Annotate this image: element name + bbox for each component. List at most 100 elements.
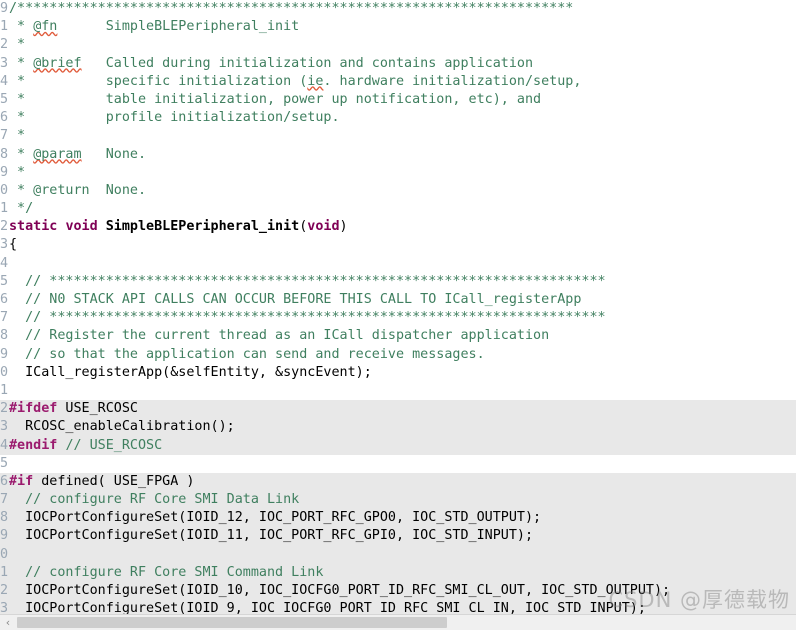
code-text: #ifdef USE_RCOSC bbox=[9, 401, 138, 417]
code-line[interactable]: 4 #endif // USE_RCOSC bbox=[0, 436, 796, 455]
code-line[interactable]: 5 bbox=[0, 455, 796, 473]
code-line[interactable]: 0 bbox=[0, 545, 796, 564]
code-text: * @return None. bbox=[9, 182, 147, 198]
code-text: * profile initialization/setup. bbox=[9, 110, 340, 126]
code-line[interactable]: 9 IOCPortConfigureSet(IOID_11, IOC_PORT_… bbox=[0, 527, 796, 546]
code-line[interactable]: 1 * @fn SimpleBLEPeripheral_init bbox=[0, 18, 796, 36]
code-line[interactable]: 9/**************************************… bbox=[0, 0, 796, 18]
code-line[interactable]: 9 * bbox=[0, 164, 796, 182]
line-number: 1 bbox=[0, 382, 8, 398]
code-text: // Register the current thread as an ICa… bbox=[9, 328, 550, 344]
code-line[interactable]: 1 */ bbox=[0, 200, 796, 218]
code-line[interactable]: 1 // configure RF Core SMI Command Link bbox=[0, 563, 796, 582]
code-line[interactable]: 2 * bbox=[0, 36, 796, 54]
line-number: 4 bbox=[0, 437, 8, 453]
line-number: 2 bbox=[0, 401, 8, 417]
code-line[interactable]: 2 #ifdef USE_RCOSC bbox=[0, 400, 796, 419]
code-text: // configure RF Core SMI Command Link bbox=[9, 564, 324, 580]
line-number: 2 bbox=[0, 219, 8, 235]
line-number: 4 bbox=[0, 73, 8, 89]
line-number: 3 bbox=[0, 419, 8, 435]
code-line[interactable]: 4 bbox=[0, 255, 796, 273]
horizontal-scrollbar[interactable]: ‹ bbox=[0, 614, 796, 630]
line-number: 9 bbox=[0, 1, 8, 16]
code-line[interactable]: 7 // ***********************************… bbox=[0, 309, 796, 327]
code-text: IOCPortConfigureSet(IOID_12, IOC_PORT_RF… bbox=[9, 510, 542, 526]
code-text: // so that the application can send and … bbox=[9, 346, 485, 362]
code-line[interactable]: 0 ICall_registerApp(&selfEntity, &syncEv… bbox=[0, 364, 796, 382]
line-number: 6 bbox=[0, 292, 8, 307]
code-text: { bbox=[9, 237, 18, 253]
code-text: */ bbox=[9, 201, 34, 217]
line-number: 3 bbox=[0, 237, 8, 253]
line-number: 7 bbox=[0, 128, 8, 144]
code-line[interactable]: 5 // ***********************************… bbox=[0, 273, 796, 291]
code-line[interactable]: 6 * profile initialization/setup. bbox=[0, 109, 796, 127]
code-line[interactable]: 8 * @param None. bbox=[0, 146, 796, 164]
line-number: 6 bbox=[0, 473, 8, 489]
line-number: 9 bbox=[0, 164, 8, 180]
code-text: * table initialization, power up notific… bbox=[9, 91, 542, 107]
code-text: * @brief Called during initialization an… bbox=[9, 55, 534, 71]
line-number: 6 bbox=[0, 110, 8, 126]
line-number: 2 bbox=[0, 583, 8, 598]
code-text: // *************************************… bbox=[9, 273, 606, 289]
code-text: * bbox=[9, 37, 26, 53]
line-number: 8 bbox=[0, 510, 8, 526]
code-text: IOCPortConfigureSet(IOID_11, IOC_PORT_RF… bbox=[9, 528, 534, 544]
code-line[interactable]: 7 * bbox=[0, 127, 796, 145]
code-line[interactable]: 8 IOCPortConfigureSet(IOID_12, IOC_PORT_… bbox=[0, 509, 796, 528]
code-line[interactable]: 0 * @return None. bbox=[0, 182, 796, 200]
line-number: 1 bbox=[0, 564, 8, 580]
line-number: 7 bbox=[0, 492, 8, 508]
scroll-left-arrow[interactable]: ‹ bbox=[0, 615, 16, 630]
line-number: 7 bbox=[0, 310, 8, 326]
code-text: * @param None. bbox=[9, 146, 147, 162]
line-number: 1 bbox=[0, 19, 8, 35]
code-line[interactable]: 9 // so that the application can send an… bbox=[0, 346, 796, 364]
code-line[interactable]: 1 bbox=[0, 382, 796, 400]
line-number: 0 bbox=[0, 182, 8, 198]
code-line[interactable]: 6 #if defined( USE_FPGA ) bbox=[0, 472, 796, 492]
code-line[interactable]: 3 RCOSC_enableCalibration(); bbox=[0, 418, 796, 437]
line-number: 3 bbox=[0, 55, 8, 71]
code-text: * bbox=[9, 164, 26, 180]
code-text: static void SimpleBLEPeripheral_init(voi… bbox=[9, 219, 348, 235]
code-line[interactable]: 2 IOCPortConfigureSet(IOID_10, IOC_IOCFG… bbox=[0, 582, 796, 601]
line-number: 4 bbox=[0, 255, 8, 271]
code-line[interactable]: 5 * table initialization, power up notif… bbox=[0, 91, 796, 109]
code-text: #if defined( USE_FPGA ) bbox=[9, 473, 195, 489]
line-number: 1 bbox=[0, 201, 8, 217]
code-text: IOCPortConfigureSet(IOID_10, IOC_IOCFG0_… bbox=[9, 583, 671, 598]
line-number: 8 bbox=[0, 328, 8, 344]
code-line[interactable]: 3{ bbox=[0, 236, 796, 254]
line-number: 9 bbox=[0, 528, 8, 544]
code-text: // N0 STACK API CALLS CAN OCCUR BEFORE T… bbox=[9, 292, 582, 307]
code-line[interactable]: 2 static void SimpleBLEPeripheral_init(vo… bbox=[0, 218, 796, 236]
line-number: 0 bbox=[0, 364, 8, 380]
code-text: * specific initialization (ie. hardware … bbox=[9, 73, 582, 89]
code-text: ICall_registerApp(&selfEntity, &syncEven… bbox=[9, 364, 372, 380]
code-line[interactable]: 4 * specific initialization (ie. hardwar… bbox=[0, 73, 796, 91]
line-number: 5 bbox=[0, 91, 8, 107]
line-number: 5 bbox=[0, 455, 8, 471]
line-number: 2 bbox=[0, 37, 8, 53]
code-line[interactable]: 8 // Register the current thread as an I… bbox=[0, 327, 796, 345]
scrollbar-thumb[interactable] bbox=[17, 617, 447, 628]
code-line[interactable]: 6 // N0 STACK API CALLS CAN OCCUR BEFORE… bbox=[0, 291, 796, 309]
line-number: 0 bbox=[0, 546, 8, 562]
code-text: RCOSC_enableCalibration(); bbox=[9, 419, 235, 435]
line-number: 5 bbox=[0, 273, 8, 289]
code-text: * @fn SimpleBLEPeripheral_init bbox=[9, 19, 300, 35]
code-line[interactable]: 3 * @brief Called during initialization … bbox=[0, 55, 796, 73]
code-editor[interactable]: 9/**************************************… bbox=[0, 0, 796, 630]
code-text: * bbox=[9, 128, 26, 144]
line-number: 8 bbox=[0, 146, 8, 162]
code-text: // configure RF Core SMI Data Link bbox=[9, 492, 300, 508]
code-text: /***************************************… bbox=[9, 1, 574, 16]
code-line[interactable]: 7 // configure RF Core SMI Data Link bbox=[0, 491, 796, 510]
code-text: // *************************************… bbox=[9, 310, 606, 326]
line-number: 9 bbox=[0, 346, 8, 362]
code-text: #endif // USE_RCOSC bbox=[9, 437, 163, 453]
code-surface[interactable]: 9/**************************************… bbox=[0, 0, 796, 630]
